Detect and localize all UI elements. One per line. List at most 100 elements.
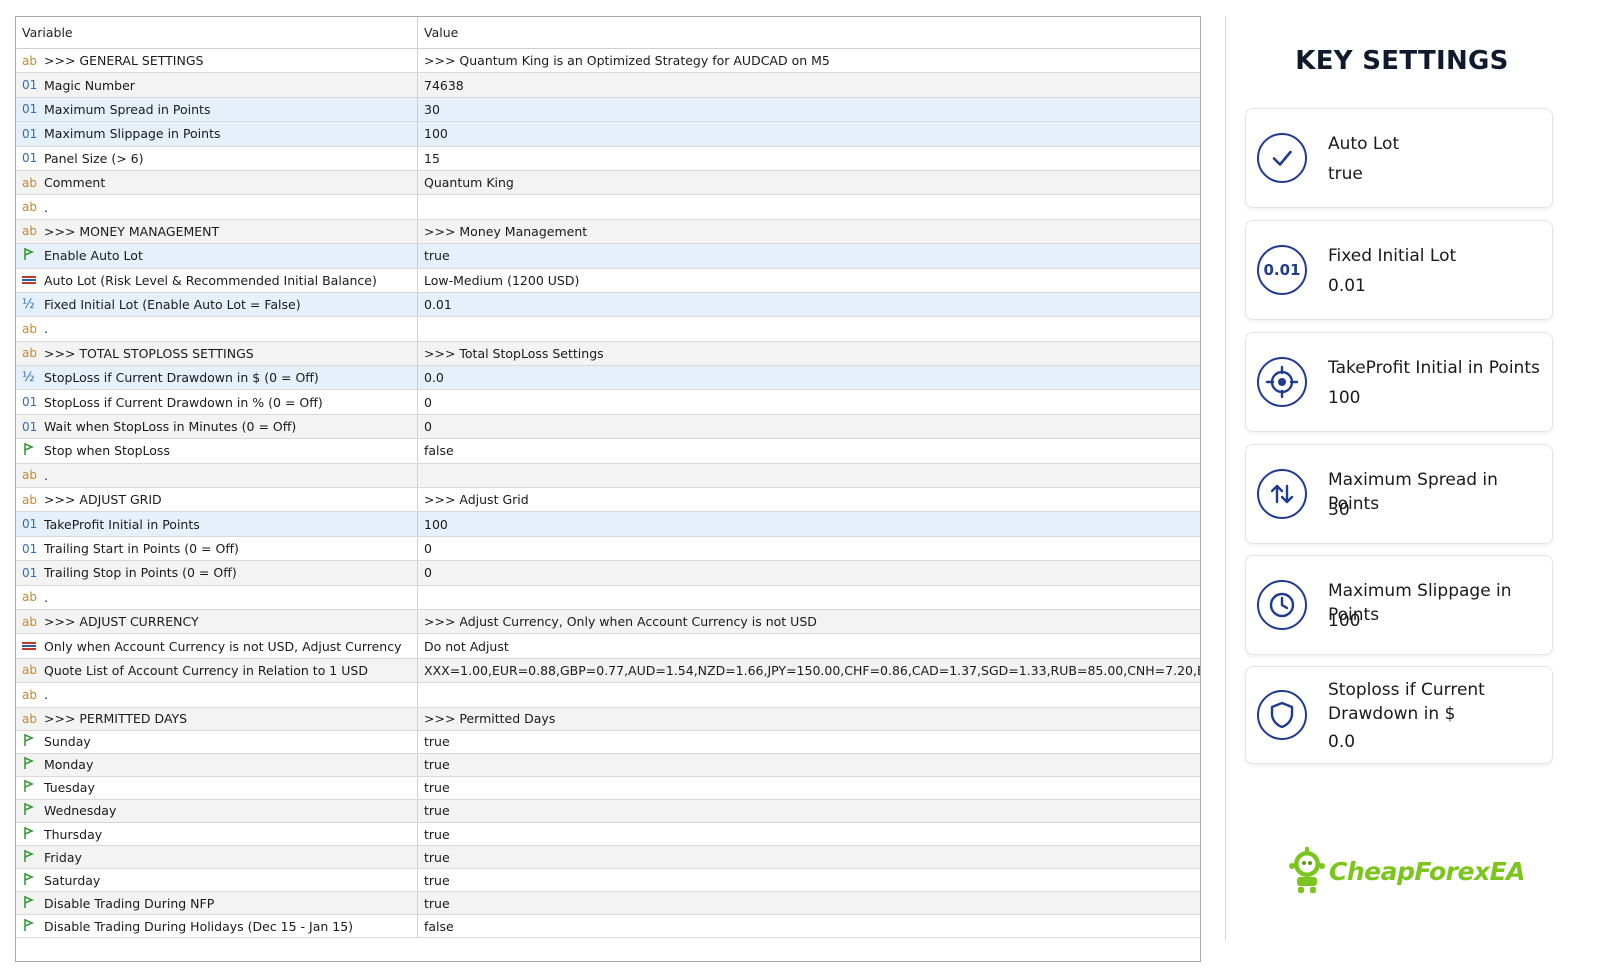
table-row[interactable]: 01 StopLoss if Current Drawdown in % (0 =… (16, 390, 1200, 415)
variable-cell[interactable]: Sunday (16, 730, 418, 753)
table-row[interactable]: 01 Wait when StopLoss in Minutes (0 = Off… (16, 414, 1200, 440)
table-row[interactable]: 01 Trailing Start in Points (0 = Off) 0 (16, 536, 1200, 562)
variable-cell[interactable]: 01 Trailing Start in Points (0 = Off) (16, 536, 418, 561)
value-cell[interactable]: Quantum King (418, 171, 1200, 194)
variable-cell[interactable]: ab. (16, 585, 418, 609)
table-row[interactable]: ab. (16, 683, 1200, 708)
table-row[interactable]: ab Comment Quantum King (16, 170, 1200, 196)
value-cell[interactable] (418, 586, 1200, 609)
table-row[interactable]: ab >>> MONEY MANAGEMENT >>> Money Manageme… (16, 219, 1200, 245)
value-cell[interactable]: true (418, 244, 1200, 267)
table-row[interactable]: ab >>> ADJUST GRID >>> Adjust Grid (16, 488, 1200, 513)
table-row[interactable]: Enable Auto Lot true (16, 244, 1200, 269)
table-row[interactable]: ab. (16, 317, 1200, 342)
table-row[interactable]: ab >>> PERMITTED DAYS >>> Permitted Days (16, 707, 1200, 731)
value-cell[interactable] (418, 464, 1200, 487)
table-row[interactable]: Tuesday true (16, 776, 1200, 800)
variable-cell[interactable]: Only when Account Currency is not USD, A… (16, 634, 418, 658)
table-row[interactable]: 01 Trailing Stop in Points (0 = Off) 0 (16, 561, 1200, 586)
variable-cell[interactable]: 01 Magic Number (16, 73, 418, 97)
value-cell[interactable]: >>> Total StopLoss Settings (418, 342, 1200, 365)
value-cell[interactable] (418, 317, 1200, 340)
value-cell[interactable]: true (418, 754, 1200, 776)
variable-cell[interactable]: Disable Trading During NFP (16, 892, 418, 915)
value-cell[interactable]: 74638 (418, 73, 1200, 96)
variable-cell[interactable]: Stop when StopLoss (16, 439, 418, 463)
value-cell[interactable]: >>> Adjust Currency, Only when Account C… (418, 610, 1200, 633)
value-cell[interactable]: false (418, 439, 1200, 462)
table-row[interactable]: 01 Maximum Slippage in Points 100 (16, 122, 1200, 147)
variable-cell[interactable]: Enable Auto Lot (16, 244, 418, 268)
value-cell[interactable]: true (418, 800, 1200, 822)
variable-cell[interactable]: 01 Panel Size (> 6) (16, 146, 418, 170)
value-cell[interactable] (418, 683, 1200, 706)
variable-cell[interactable]: ab >>> PERMITTED DAYS (16, 707, 418, 730)
variable-cell[interactable]: ab. (16, 683, 418, 707)
header-variable[interactable]: Variable (16, 17, 418, 48)
value-cell[interactable]: true (418, 777, 1200, 799)
variable-cell[interactable]: Thursday (16, 823, 418, 846)
value-cell[interactable]: true (418, 892, 1200, 914)
variable-cell[interactable]: ½ Fixed Initial Lot (Enable Auto Lot = Fa… (16, 292, 418, 317)
table-row[interactable]: ab Quote List of Account Currency in Rela… (16, 658, 1200, 684)
value-cell[interactable]: >>> Adjust Grid (418, 488, 1200, 511)
table-row[interactable]: Monday true (16, 753, 1200, 777)
value-cell[interactable]: 30 (418, 98, 1200, 121)
value-cell[interactable]: 0 (418, 537, 1200, 560)
table-row[interactable]: ab >>> GENERAL SETTINGS >>> Quantum King i… (16, 49, 1200, 74)
table-row[interactable]: Only when Account Currency is not USD, A… (16, 634, 1200, 659)
value-cell[interactable]: XXX=1.00,EUR=0.88,GBP=0.77,AUD=1.54,NZD=… (418, 659, 1200, 682)
table-row[interactable]: Friday true (16, 846, 1200, 870)
table-row[interactable]: ab. (16, 585, 1200, 610)
value-cell[interactable]: >>> Quantum King is an Optimized Strateg… (418, 49, 1200, 72)
variable-cell[interactable]: Saturday (16, 869, 418, 892)
brand-logo[interactable]: CheapForexEA (1285, 845, 1526, 897)
value-cell[interactable]: Low-Medium (1200 USD) (418, 269, 1200, 292)
variable-cell[interactable]: Monday (16, 753, 418, 776)
value-cell[interactable]: true (418, 731, 1200, 753)
value-cell[interactable]: Do not Adjust (418, 634, 1200, 657)
variable-cell[interactable]: ab >>> ADJUST GRID (16, 488, 418, 512)
table-row[interactable]: Sunday true (16, 730, 1200, 754)
value-cell[interactable]: 100 (418, 512, 1200, 535)
table-row[interactable]: ab >>> TOTAL STOPLOSS SETTINGS >>> Total S… (16, 341, 1200, 367)
table-row[interactable]: ½ StopLoss if Current Drawdown in $ (0 = … (16, 366, 1200, 391)
table-row[interactable]: 01 TakeProfit Initial in Points 100 (16, 512, 1200, 537)
table-row[interactable]: Disable Trading During Holidays (Dec 15 … (16, 915, 1200, 939)
table-row[interactable]: 01 Magic Number 74638 (16, 73, 1200, 98)
variable-cell[interactable]: Friday (16, 846, 418, 869)
variable-cell[interactable]: Wednesday (16, 799, 418, 823)
table-row[interactable]: ab. (16, 463, 1200, 489)
table-row[interactable]: Auto Lot (Risk Level & Recommended Initi… (16, 268, 1200, 293)
variable-cell[interactable]: ab. (16, 195, 418, 219)
variable-cell[interactable]: 01 Wait when StopLoss in Minutes (0 = Off… (16, 414, 418, 439)
value-cell[interactable]: 0.01 (418, 293, 1200, 316)
table-row[interactable]: ½ Fixed Initial Lot (Enable Auto Lot = Fa… (16, 292, 1200, 318)
value-cell[interactable]: 15 (418, 147, 1200, 170)
value-cell[interactable]: >>> Money Management (418, 220, 1200, 243)
table-row[interactable]: Wednesday true (16, 799, 1200, 824)
variable-cell[interactable]: ab >>> ADJUST CURRENCY (16, 609, 418, 634)
table-row[interactable]: ab. (16, 195, 1200, 220)
variable-cell[interactable]: ½ StopLoss if Current Drawdown in $ (0 = … (16, 366, 418, 390)
value-cell[interactable]: >>> Permitted Days (418, 708, 1200, 730)
table-row[interactable]: Disable Trading During NFP true (16, 892, 1200, 916)
value-cell[interactable]: true (418, 823, 1200, 845)
value-cell[interactable]: 100 (418, 122, 1200, 145)
value-cell[interactable]: false (418, 915, 1200, 937)
value-cell[interactable]: true (418, 869, 1200, 891)
table-row[interactable]: ab >>> ADJUST CURRENCY >>> Adjust Currency… (16, 609, 1200, 635)
table-row[interactable]: Stop when StopLoss false (16, 439, 1200, 464)
variable-cell[interactable]: ab. (16, 317, 418, 341)
value-cell[interactable]: 0 (418, 390, 1200, 413)
value-cell[interactable]: 0 (418, 415, 1200, 438)
variable-cell[interactable]: 01 Trailing Stop in Points (0 = Off) (16, 561, 418, 585)
variable-cell[interactable]: 01 Maximum Spread in Points (16, 97, 418, 122)
variable-cell[interactable]: ab Quote List of Account Currency in Rela… (16, 658, 418, 683)
variable-cell[interactable]: ab >>> GENERAL SETTINGS (16, 49, 418, 73)
variable-cell[interactable]: ab. (16, 463, 418, 488)
header-value[interactable]: Value (418, 17, 1200, 48)
variable-cell[interactable]: ab Comment (16, 170, 418, 195)
value-cell[interactable]: 0 (418, 561, 1200, 584)
table-row[interactable]: 01 Panel Size (> 6) 15 (16, 146, 1200, 171)
